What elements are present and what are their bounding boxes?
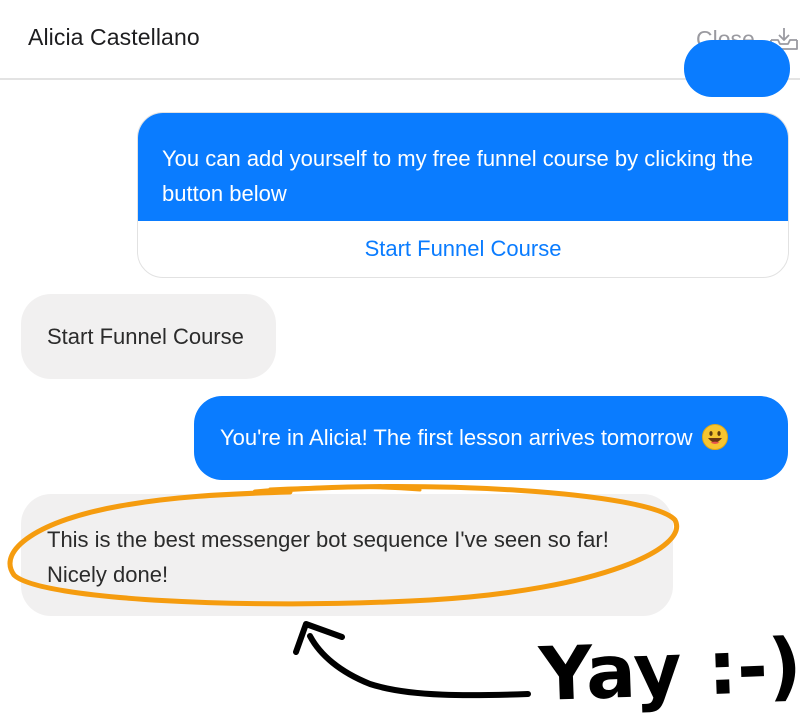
incoming-message-praise: This is the best messenger bot sequence … (21, 494, 673, 616)
chat-header: Alicia Castellano Close (0, 0, 800, 80)
praise-line-1: This is the best messenger bot sequence … (47, 527, 609, 552)
outgoing-message: You're in Alicia! The first lesson arriv… (194, 396, 788, 480)
outgoing-message-text: You're in Alicia! The first lesson arriv… (220, 425, 693, 450)
previous-message-bubble (684, 40, 790, 97)
grinning-face-emoji (701, 424, 728, 451)
yay-annotation-text: Yay :-) (537, 623, 800, 718)
messenger-chat-window: Alicia Castellano Close You can add your… (0, 0, 800, 721)
incoming-message: Start Funnel Course (21, 294, 276, 379)
card-message-text: You can add yourself to my free funnel c… (138, 113, 788, 221)
handdrawn-arrow (307, 633, 531, 699)
start-funnel-course-button[interactable]: Start Funnel Course (138, 221, 788, 277)
contact-name: Alicia Castellano (28, 24, 200, 50)
outgoing-card-message: You can add yourself to my free funnel c… (137, 112, 789, 278)
praise-line-2: Nicely done! (47, 562, 169, 587)
